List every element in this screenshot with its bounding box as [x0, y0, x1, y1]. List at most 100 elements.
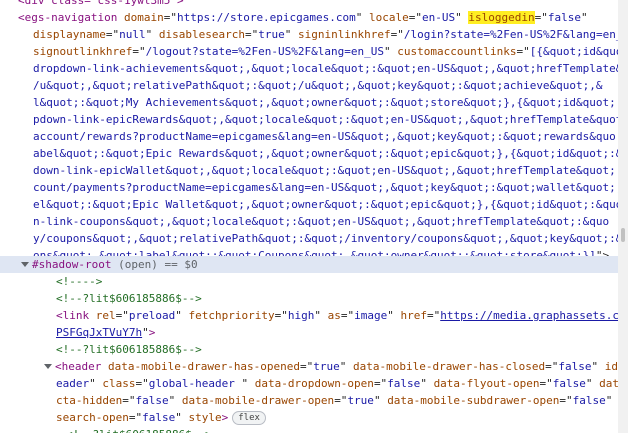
tree-row[interactable]: el&quot;:&quot;Epic Wallet&quot;,&quot;o…: [0, 196, 628, 213]
punctuation: [101, 360, 108, 373]
tree-row[interactable]: pdown-link-epicRewards&quot;,&quot;local…: [0, 111, 628, 128]
punctuation: =": [132, 45, 146, 58]
attribute-value: el&quot;:&quot;Epic Wallet&quot;,&quot;o…: [33, 198, 623, 211]
punctuation: =": [559, 394, 573, 407]
expand-triangle-icon[interactable]: [21, 261, 29, 267]
attribute-name: dat: [599, 377, 620, 390]
tree-row[interactable]: <!---->: [0, 273, 628, 290]
punctuation: ": [89, 377, 103, 390]
tag-name: <link: [56, 309, 90, 322]
punctuation: =": [334, 394, 348, 407]
punctuation: =": [539, 377, 553, 390]
punctuation: ": [605, 394, 613, 407]
tree-row[interactable]: <header data-mobile-drawer-has-opened="t…: [0, 358, 628, 375]
attribute-value: [{&quot;id&quo: [529, 45, 623, 58]
tree-row[interactable]: eader" class="global-header " data-dropd…: [0, 375, 628, 392]
tree-row[interactable]: dropdown-link-achievements&quot;,&quot;l…: [0, 60, 628, 77]
attribute-name: displayname: [33, 28, 106, 41]
punctuation: ": [373, 394, 388, 407]
tree-row[interactable]: count/payments?productName=epicgames&lan…: [0, 179, 628, 196]
attribute-name: disablesearch: [158, 28, 245, 41]
tree-row[interactable]: PSFGqJxTVuY7h">: [0, 324, 628, 341]
punctuation: =": [545, 360, 559, 373]
tree-row[interactable]: <link rel="preload" fetchpriority="high"…: [0, 307, 628, 324]
attribute-name: id: [604, 360, 618, 373]
attribute-name: as: [327, 309, 341, 322]
expand-triangle-icon[interactable]: [44, 363, 52, 369]
attribute-value: preload: [128, 309, 176, 322]
selected-tree-row[interactable]: #shadow-root (open) == $0: [0, 256, 628, 273]
punctuation: ": [145, 28, 159, 41]
tree-row[interactable]: <egs-navigation domain="https://store.ep…: [0, 9, 628, 26]
punctuation: =": [135, 377, 149, 390]
attribute-name: fetchpriority: [188, 309, 275, 322]
shadow-root-info: == $0: [164, 258, 198, 271]
attribute-value: false: [558, 360, 592, 373]
attribute-name: data-mobile-drawer-open: [181, 394, 335, 407]
attribute-value: down-link-epicWallet&quot;,&quot;locale&…: [33, 164, 616, 177]
punctuation: [89, 309, 96, 322]
tag-name: <div class="css-1ywt3m5">: [18, 0, 184, 7]
punctuation: ": [142, 326, 149, 339]
attribute-name: search-open: [56, 411, 129, 424]
attribute-name: customaccountlinks: [397, 45, 517, 58]
punctuation: =": [115, 309, 129, 322]
elements-tree: <div class="css-1ywt3m5"> <egs-navigation…: [0, 0, 628, 433]
tree-row[interactable]: down-link-epicWallet&quot;,&quot;locale&…: [0, 162, 628, 179]
attribute-value: true: [347, 394, 374, 407]
tree-row[interactable]: /u&quot;,&quot;relativePath&quot;:&quot;…: [0, 77, 628, 94]
punctuation: =": [534, 11, 548, 24]
punctuation: ": [420, 377, 434, 390]
flex-badge[interactable]: flex: [232, 411, 266, 425]
html-comment: <!--?lit$606185886$-->: [66, 428, 212, 433]
attribute-value: n-link-coupons&quot;,&quot;locale&quot;:…: [33, 215, 610, 228]
punctuation: =": [373, 377, 388, 390]
punctuation: ": [175, 309, 189, 322]
shadow-root-info: (open): [118, 258, 158, 271]
punctuation: ": [387, 309, 401, 322]
tree-row[interactable]: <!--?lit$606185886$-->: [0, 426, 628, 433]
tree-row[interactable]: l&quot;:&quot;My Achievements&quot;,&quo…: [0, 94, 628, 111]
attribute-name: href: [400, 309, 427, 322]
tree-row[interactable]: search-open="false" style> flex: [0, 409, 628, 426]
attribute-name: style: [188, 411, 222, 424]
attribute-value: count/payments?productName=epicgames&lan…: [33, 181, 623, 194]
attribute-value: /logout?state=%2Fen-US%2F&lang=en_US: [145, 45, 385, 58]
vertical-scrollbar[interactable]: [618, 0, 628, 433]
attribute-value: false: [547, 11, 582, 24]
tree-row[interactable]: abel&quot;:&quot;Epic Rewards&quot;,&quo…: [0, 145, 628, 162]
tree-row[interactable]: n-link-coupons&quot;,&quot;locale&quot;:…: [0, 213, 628, 230]
punctuation: =": [163, 11, 177, 24]
punctuation: ": [284, 28, 298, 41]
punctuation: ": [339, 360, 354, 373]
attribute-value: false: [142, 411, 176, 424]
tag-name: <egs-navigation: [18, 11, 118, 24]
tree-row[interactable]: y/coupons&quot;,&quot;relativePath&quot;…: [0, 230, 628, 247]
attribute-value: abel&quot;:&quot;Epic Rewards&quot;,&quo…: [33, 147, 623, 160]
attribute-value: https://store.epicgames.com: [176, 11, 356, 24]
tree-row[interactable]: displayname="null" disablesearch="true" …: [0, 26, 628, 43]
punctuation: =": [516, 45, 530, 58]
tree-row[interactable]: <!--?lit$606185886$-->: [0, 341, 628, 358]
attribute-link[interactable]: https://media.graphassets.co: [440, 309, 625, 322]
tree-row[interactable]: signoutlinkhref="/logout?state=%2Fen-US%…: [0, 43, 628, 60]
attribute-value: pdown-link-epicRewards&quot;,&quot;local…: [33, 113, 623, 126]
tag-name: #shadow-root: [32, 258, 112, 271]
attribute-value: image: [354, 309, 388, 322]
punctuation: ": [314, 309, 328, 322]
punctuation: =": [105, 28, 120, 41]
tree-row[interactable]: <div class="css-1ywt3m5">: [0, 0, 628, 9]
punctuation: ": [241, 377, 255, 390]
scrollbar-thumb[interactable]: [621, 228, 625, 242]
punctuation: =": [274, 309, 288, 322]
punctuation: [117, 11, 124, 24]
punctuation: =": [408, 11, 423, 24]
tree-row[interactable]: account/rewards?productName=epicgames&la…: [0, 128, 628, 145]
tree-row[interactable]: cta-hidden="false" data-mobile-drawer-op…: [0, 392, 628, 409]
tree-row[interactable]: <!--?lit$606185886$-->: [0, 290, 628, 307]
punctuation: =": [122, 394, 136, 407]
attribute-link[interactable]: PSFGqJxTVuY7h: [56, 326, 142, 339]
attribute-value: high: [287, 309, 315, 322]
tag-name: >: [148, 326, 156, 339]
attribute-name: class: [102, 377, 136, 390]
